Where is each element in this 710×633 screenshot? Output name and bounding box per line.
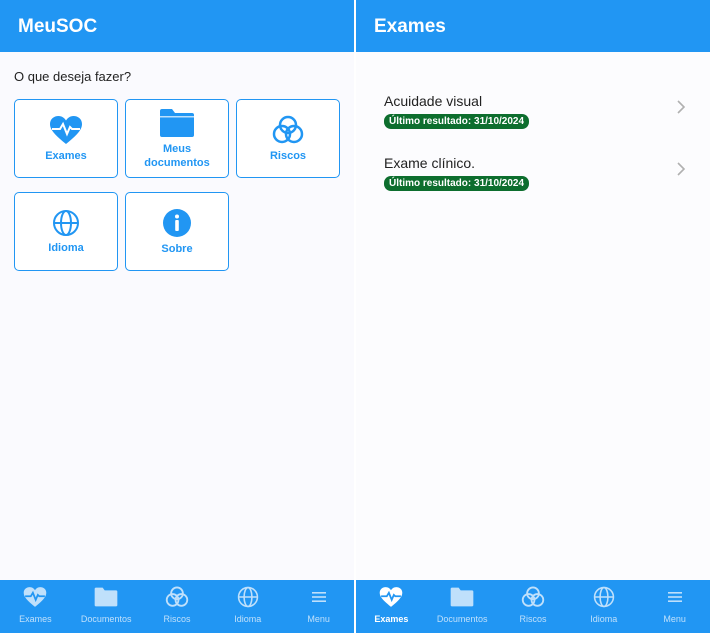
tile-label: Exames — [45, 149, 87, 162]
tab-label: Idioma — [234, 614, 262, 624]
circles-icon — [165, 586, 189, 607]
chevron-right-icon — [677, 100, 686, 114]
tab-documentos[interactable]: Documentos — [71, 580, 142, 633]
globe-icon — [237, 586, 258, 608]
app-bar: MeuSOC — [0, 0, 354, 52]
tab-label: Menu — [663, 614, 686, 624]
heart-pulse-icon — [24, 587, 47, 607]
prompt-text: O que deseja fazer? — [14, 69, 132, 84]
tab-label: Documentos — [436, 614, 488, 624]
menu-icon — [667, 592, 682, 602]
circles-icon — [521, 586, 545, 607]
info-icon — [163, 208, 191, 237]
bottom-tab-bar: Exames Documentos Riscos Idioma Menu — [356, 580, 710, 633]
bottom-tab-bar: Exames Documentos Riscos Idioma Menu — [0, 580, 354, 633]
app-title: MeuSOC — [18, 16, 98, 37]
tab-label: Menu — [307, 614, 330, 624]
globe-icon — [593, 586, 614, 608]
exam-item-acuidade-visual[interactable]: Acuidade visual Último resultado: 31/10/… — [384, 93, 694, 145]
globe-icon — [53, 209, 79, 236]
tile-idioma[interactable]: Idioma — [14, 192, 118, 271]
folder-icon — [160, 108, 194, 137]
home-screen: MeuSOC O que deseja fazer? Exames Meus d… — [0, 0, 354, 633]
exam-name: Exame clínico. — [384, 155, 476, 171]
tab-label: Riscos — [163, 614, 191, 624]
tab-exames[interactable]: Exames — [0, 580, 71, 633]
tab-riscos[interactable]: Riscos — [498, 580, 569, 633]
tile-sobre[interactable]: Sobre — [125, 192, 229, 271]
tab-documentos[interactable]: Documentos — [427, 580, 498, 633]
tile-label: Sobre — [161, 242, 193, 255]
exam-name: Acuidade visual — [384, 93, 483, 109]
status-badge: Último resultado: 31/10/2024 — [384, 114, 530, 129]
tile-label: Idioma — [48, 241, 84, 254]
tile-label: Riscos — [269, 149, 307, 162]
tab-idioma[interactable]: Idioma — [212, 580, 283, 633]
folder-icon — [450, 587, 474, 607]
tile-riscos[interactable]: Riscos — [236, 99, 340, 178]
tab-riscos[interactable]: Riscos — [142, 580, 213, 633]
tile-exames[interactable]: Exames — [14, 99, 118, 178]
tab-exames[interactable]: Exames — [356, 580, 427, 633]
tab-label: Idioma — [590, 614, 618, 624]
tab-label: Exames — [374, 614, 409, 624]
heart-pulse-icon — [50, 115, 82, 144]
tile-label: Meus documentos — [144, 142, 210, 169]
tab-label: Exames — [19, 614, 52, 624]
tab-idioma[interactable]: Idioma — [568, 580, 639, 633]
folder-icon — [94, 587, 118, 607]
tab-label: Riscos — [519, 614, 547, 624]
app-bar: Exames — [356, 0, 710, 52]
tab-menu[interactable]: Menu — [283, 580, 354, 633]
status-badge: Último resultado: 31/10/2024 — [384, 176, 530, 191]
circles-icon — [272, 115, 304, 143]
tab-label: Documentos — [80, 614, 132, 624]
tile-meus-documentos[interactable]: Meus documentos — [125, 99, 229, 178]
exames-screen: Exames Acuidade visual Último resultado:… — [356, 0, 710, 633]
menu-icon — [311, 592, 326, 602]
tab-menu[interactable]: Menu — [639, 580, 710, 633]
exam-item-exame-clinico[interactable]: Exame clínico. Último resultado: 31/10/2… — [384, 155, 694, 207]
heart-pulse-icon — [380, 587, 403, 607]
page-title: Exames — [374, 16, 446, 37]
chevron-right-icon — [677, 162, 686, 176]
